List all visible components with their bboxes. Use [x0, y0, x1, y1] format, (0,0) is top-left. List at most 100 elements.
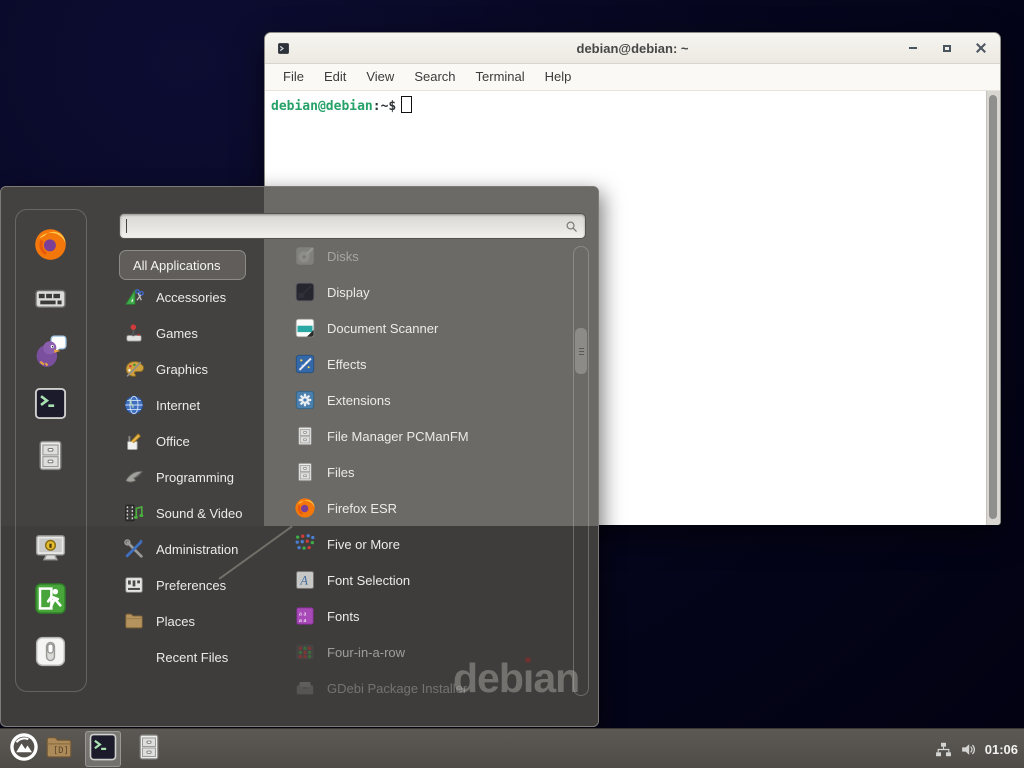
category-label: Graphics	[156, 362, 208, 377]
filecabinet-icon	[134, 732, 164, 767]
app-four-in-a-row[interactable]: Four-in-a-row	[294, 634, 572, 670]
svg-text:a a: a a	[299, 617, 306, 624]
administration-icon	[123, 538, 145, 560]
category-graphics[interactable]: Graphics	[123, 351, 291, 387]
file-manager-icon	[33, 303, 68, 320]
app-display[interactable]: Display	[294, 274, 572, 310]
category-internet[interactable]: Internet	[123, 387, 291, 423]
folderd-icon: [D]	[44, 732, 74, 767]
favorite-firefox[interactable]	[33, 227, 68, 262]
places-icon	[123, 610, 145, 632]
category-recent-files[interactable]: Recent Files	[123, 639, 291, 675]
maximize-button[interactable]	[936, 37, 958, 59]
app-label: GDebi Package Installer	[327, 681, 467, 696]
menulogo-icon	[9, 732, 39, 767]
category-label: Accessories	[156, 290, 226, 305]
terminal-menu-search[interactable]: Search	[404, 64, 465, 90]
maximize-icon	[943, 45, 951, 52]
menu-scrollbar[interactable]	[573, 246, 589, 696]
programming-icon	[123, 466, 145, 488]
terminal-icon	[88, 732, 118, 767]
svg-text:[D]: [D]	[53, 746, 69, 756]
files-launcher[interactable]	[131, 731, 167, 767]
app-effects[interactable]: Effects	[294, 346, 572, 382]
app-gdebi-package-installer[interactable]: GDebi Package Installer	[294, 670, 572, 706]
category-administration[interactable]: Administration	[123, 531, 291, 567]
category-office[interactable]: Office	[123, 423, 291, 459]
graphics-icon	[123, 358, 145, 380]
favorite-files[interactable]	[33, 438, 68, 473]
category-label: Internet	[156, 398, 200, 413]
office-icon	[123, 430, 145, 452]
terminal-scrollbar-thumb[interactable]	[989, 95, 997, 519]
category-label: Sound & Video	[156, 506, 243, 521]
app-fonts[interactable]: a aa a Fonts	[294, 598, 572, 634]
app-label: Document Scanner	[327, 321, 438, 336]
favorite-terminal[interactable]	[33, 386, 68, 421]
fonts-icon: a aa a	[294, 605, 316, 627]
terminal-titlebar[interactable]: debian@debian: ~	[265, 33, 1000, 64]
app-label: Fonts	[327, 609, 360, 624]
app-five-or-more[interactable]: Five or More	[294, 526, 572, 562]
category-label: Office	[156, 434, 190, 449]
app-label: Firefox ESR	[327, 501, 397, 516]
category-preferences[interactable]: Preferences	[123, 567, 291, 603]
terminal-menu-edit[interactable]: Edit	[314, 64, 356, 90]
network-icon[interactable]	[935, 741, 952, 758]
soundvideo-icon	[123, 502, 145, 524]
file-manager-launcher[interactable]: [D]	[41, 731, 77, 767]
all-applications-button[interactable]: All Applications	[119, 250, 246, 280]
terminal-menu-file[interactable]: File	[273, 64, 314, 90]
fiveormore-icon	[294, 533, 316, 555]
minimize-button[interactable]	[902, 37, 924, 59]
category-label: Administration	[156, 542, 238, 557]
app-label: Five or More	[327, 537, 400, 552]
app-label: File Manager PCManFM	[327, 429, 469, 444]
accessories-icon	[123, 286, 145, 308]
close-button[interactable]	[970, 37, 992, 59]
terminal-menu-terminal[interactable]: Terminal	[466, 64, 535, 90]
terminal-scrollbar[interactable]	[986, 91, 1000, 525]
app-label: Font Selection	[327, 573, 410, 588]
terminal-menu-help[interactable]: Help	[535, 64, 582, 90]
session-lock-screen[interactable]	[33, 530, 68, 565]
category-programming[interactable]: Programming	[123, 459, 291, 495]
terminal-cursor	[401, 96, 412, 113]
app-label: Four-in-a-row	[327, 645, 405, 660]
session-shut-down[interactable]	[33, 634, 68, 669]
category-sound-video[interactable]: Sound & Video	[123, 495, 291, 531]
menu-scrollbar-thumb[interactable]	[575, 328, 587, 374]
category-label: Games	[156, 326, 198, 341]
app-firefox-esr[interactable]: Firefox ESR	[294, 490, 572, 526]
app-disks[interactable]: Disks	[294, 238, 572, 274]
gdebi-icon	[294, 677, 316, 699]
volume-icon[interactable]	[960, 741, 977, 758]
application-menu: debıan All Applications AccessoriesGames…	[0, 186, 599, 727]
terminal-launcher[interactable]	[85, 731, 121, 767]
text-caret	[126, 219, 127, 233]
lock-screen-icon	[33, 552, 68, 569]
app-document-scanner[interactable]: Document Scanner	[294, 310, 572, 346]
category-places[interactable]: Places	[123, 603, 291, 639]
favorite-pidgin[interactable]	[33, 334, 68, 369]
app-extensions[interactable]: Extensions	[294, 382, 572, 418]
display-icon	[294, 281, 316, 303]
app-file-manager-pcmanfm[interactable]: File Manager PCManFM	[294, 418, 572, 454]
category-label: Programming	[156, 470, 234, 485]
app-font-selection[interactable]: AFont Selection	[294, 562, 572, 598]
menu-button[interactable]	[6, 731, 42, 767]
internet-icon	[123, 394, 145, 416]
scanner-icon	[294, 317, 316, 339]
category-games[interactable]: Games	[123, 315, 291, 351]
taskbar-clock[interactable]: 01:06	[985, 742, 1018, 757]
category-label: Preferences	[156, 578, 226, 593]
search-icon	[564, 219, 579, 234]
app-files[interactable]: Files	[294, 454, 572, 490]
session-log-out[interactable]	[33, 581, 68, 616]
category-accessories[interactable]: Accessories	[123, 279, 291, 315]
filecabinet-icon	[294, 425, 316, 447]
favorite-file-manager[interactable]	[33, 281, 68, 316]
menu-search-input[interactable]	[119, 213, 586, 239]
preferences-icon	[123, 574, 145, 596]
terminal-menu-view[interactable]: View	[356, 64, 404, 90]
